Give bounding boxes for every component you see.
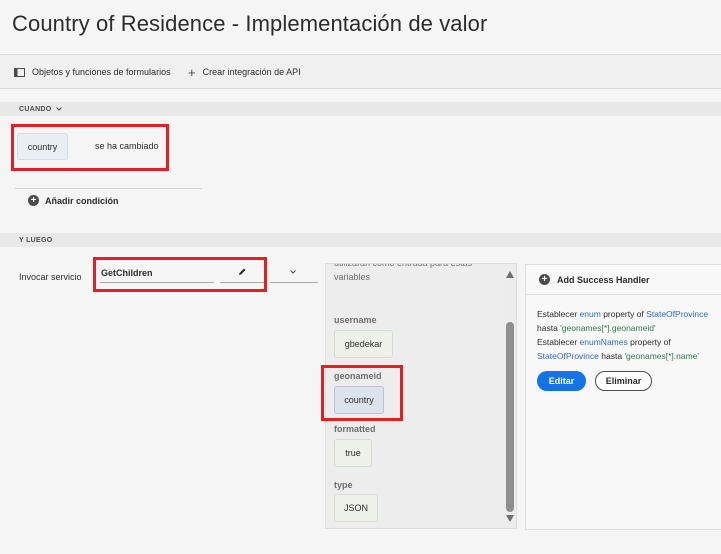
add-circle-icon: + bbox=[539, 274, 550, 285]
scroll-down-icon[interactable] bbox=[506, 515, 514, 522]
pencil-icon[interactable] bbox=[238, 267, 247, 276]
panel-icon bbox=[14, 67, 25, 77]
param-label: formatted bbox=[334, 424, 376, 434]
summary-value: 'geonames[*].name' bbox=[624, 351, 700, 361]
summary-target: StateOfProvince bbox=[537, 351, 599, 361]
param-value-tag[interactable]: true bbox=[334, 439, 372, 467]
service-underline bbox=[100, 282, 214, 283]
add-condition-button[interactable]: + Añadir condición bbox=[28, 195, 119, 206]
summary-text: Establecer bbox=[537, 337, 578, 347]
dropdown-underline bbox=[270, 282, 318, 283]
param-label: username bbox=[334, 315, 377, 325]
param-value-text: gbedekar bbox=[344, 339, 383, 349]
action-label: Invocar servicio bbox=[19, 272, 82, 282]
summary-property: enumNames bbox=[579, 337, 628, 347]
plus-icon: + bbox=[188, 64, 196, 80]
create-api-label: Crear integración de API bbox=[202, 67, 301, 77]
summary-text: Establecer bbox=[537, 309, 578, 319]
param-value-text: true bbox=[345, 448, 361, 458]
condition-field-tag[interactable]: country bbox=[17, 133, 68, 160]
summary-text: hasta bbox=[601, 351, 623, 361]
edit-button[interactable]: Editar bbox=[537, 371, 586, 391]
create-api-button[interactable]: + Crear integración de API bbox=[188, 64, 301, 80]
success-handler-title: Add Success Handler bbox=[557, 274, 650, 285]
add-success-handler-button[interactable]: + Add Success Handler bbox=[526, 265, 721, 295]
add-condition-label: Añadir condición bbox=[45, 195, 119, 206]
scroll-up-icon[interactable] bbox=[506, 271, 514, 278]
param-label: type bbox=[334, 480, 353, 490]
service-dropdown-chevron-icon[interactable] bbox=[290, 270, 296, 274]
condition-event-text: se ha cambiado bbox=[95, 141, 159, 151]
summary-text: property of bbox=[603, 309, 644, 319]
then-section-header: Y LUEGO bbox=[0, 233, 721, 247]
param-value-tag[interactable]: JSON bbox=[334, 494, 378, 522]
scrollbar-thumb[interactable] bbox=[506, 322, 514, 512]
toolbar: Objetos y funciones de formularios + Cre… bbox=[0, 55, 721, 89]
success-handler-summary: Establecer enum property of StateOfProvi… bbox=[537, 307, 721, 363]
summary-text: hasta bbox=[537, 323, 558, 333]
forms-objects-button[interactable]: Objetos y funciones de formularios bbox=[14, 64, 171, 80]
add-circle-icon: + bbox=[28, 195, 39, 206]
summary-target: StateOfProvince bbox=[646, 309, 709, 319]
success-handler-panel: + Add Success Handler Establecer enum pr… bbox=[525, 264, 721, 530]
param-value-tag[interactable]: gbedekar bbox=[334, 330, 393, 358]
input-panel-description: utilizarán como entrada para estas varia… bbox=[334, 263, 473, 282]
condition-field-text: country bbox=[27, 141, 58, 152]
summary-value: 'geonames[*].geonameid' bbox=[560, 323, 656, 333]
condition-divider bbox=[15, 188, 202, 189]
when-section-header[interactable]: CUANDO bbox=[0, 102, 721, 116]
geonameid-highlight bbox=[321, 365, 403, 421]
edit-underline bbox=[220, 282, 264, 283]
delete-button[interactable]: Eliminar bbox=[595, 371, 652, 391]
then-section-label: Y LUEGO bbox=[19, 236, 53, 244]
summary-text: property of bbox=[630, 337, 671, 347]
summary-property: enum bbox=[579, 309, 601, 319]
param-value-text: JSON bbox=[343, 503, 368, 513]
service-select[interactable]: GetChildren bbox=[101, 268, 153, 278]
chevron-down-icon bbox=[55, 107, 62, 111]
page-title: Country of Residence - Implementación de… bbox=[12, 11, 488, 36]
when-section-label: CUANDO bbox=[19, 105, 52, 113]
forms-objects-label: Objetos y funciones de formularios bbox=[32, 67, 171, 77]
